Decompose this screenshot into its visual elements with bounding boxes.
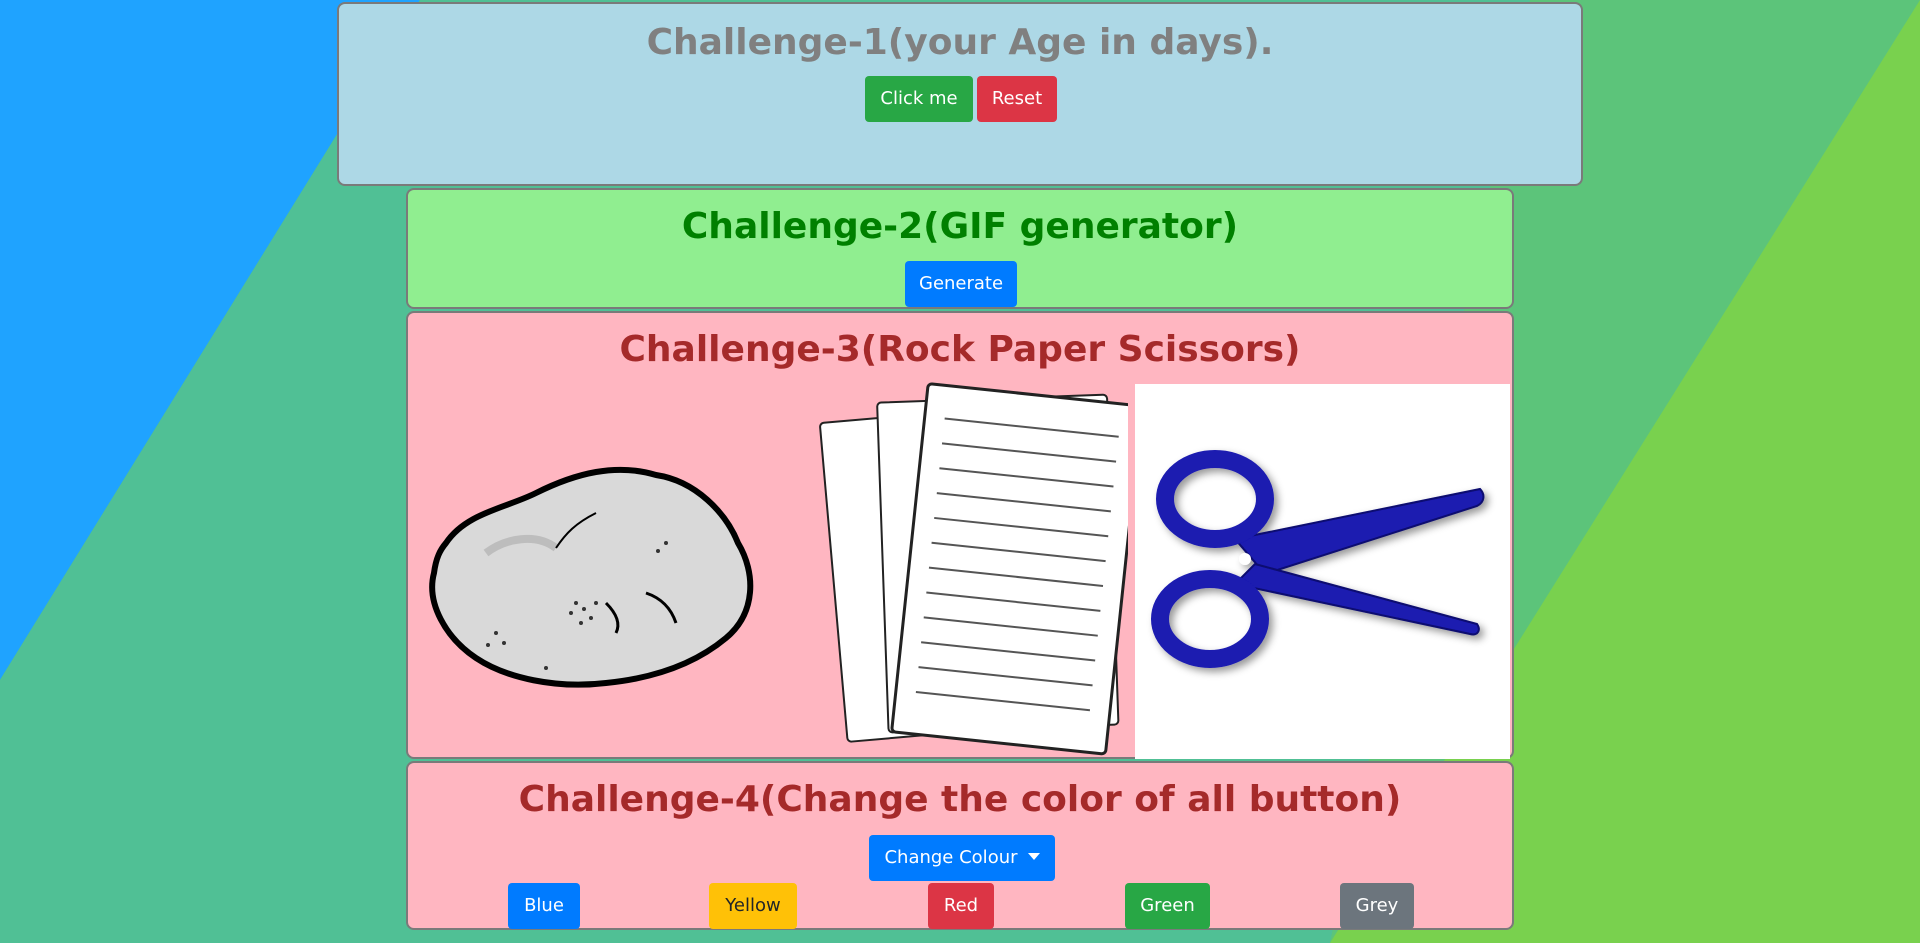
rock-image[interactable] — [426, 453, 766, 693]
yellow-button[interactable]: Yellow — [709, 883, 797, 929]
green-button[interactable]: Green — [1125, 883, 1210, 929]
challenge-2-title: Challenge-2(GIF generator) — [681, 206, 1239, 247]
dropdown-label: Change Colour — [884, 847, 1018, 868]
challenge-3-title: Challenge-3(Rock Paper Scissors) — [619, 329, 1301, 370]
caret-down-icon — [1027, 853, 1040, 860]
click-me-button[interactable]: Click me — [865, 76, 973, 122]
challenge-2-card: Challenge-2(GIF generator) Generate — [406, 188, 1514, 309]
grey-button[interactable]: Grey — [1340, 883, 1414, 929]
challenge-1-card: Challenge-1(your Age in days). Click me … — [337, 2, 1583, 186]
reset-button[interactable]: Reset — [977, 76, 1057, 122]
challenge-3-card: Challenge-3(Rock Paper Scissors) — [406, 311, 1514, 759]
scissors-image[interactable] — [1135, 384, 1510, 759]
change-colour-dropdown[interactable]: Change Colour — [869, 835, 1055, 881]
paper-image[interactable] — [788, 381, 1128, 761]
generate-button[interactable]: Generate — [905, 261, 1017, 307]
challenge-4-title: Challenge-4(Change the color of all butt… — [518, 779, 1402, 820]
red-button[interactable]: Red — [928, 883, 994, 929]
blue-button[interactable]: Blue — [508, 883, 580, 929]
challenge-1-title: Challenge-1(your Age in days). — [646, 22, 1274, 63]
challenge-4-card: Challenge-4(Change the color of all butt… — [406, 761, 1514, 930]
